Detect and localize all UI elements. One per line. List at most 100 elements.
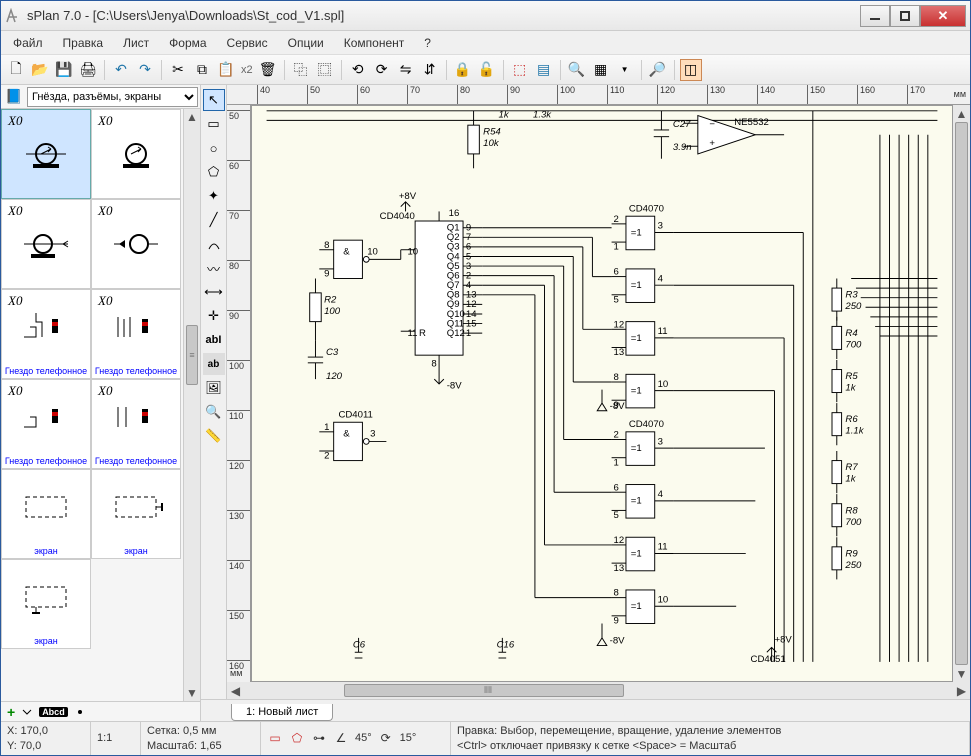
open-button[interactable]: 📂 (29, 59, 51, 81)
polygon-tool[interactable]: ⬠ (203, 161, 225, 183)
svg-text:4: 4 (658, 489, 664, 500)
print-button[interactable]: 🖨 (77, 59, 99, 81)
library-category-select[interactable]: Гнёзда, разъёмы, экраны (27, 87, 198, 107)
mirror-v-button[interactable]: ⇵ (419, 59, 441, 81)
library-scrollbar[interactable]: ▲ ≡ ▼ (183, 109, 200, 701)
svg-text:R5: R5 (845, 371, 858, 382)
canvas-vscroll[interactable]: ▲ ▼ (953, 105, 970, 682)
scroll-down-icon[interactable]: ▼ (184, 685, 200, 701)
svg-text:=1: =1 (631, 496, 642, 507)
mirror-h-button[interactable]: ⇋ (395, 59, 417, 81)
status-grid: Сетка: 0,5 мм (147, 724, 254, 738)
menu-options[interactable]: Опции (280, 33, 332, 53)
lib-item-2[interactable]: X0 (1, 199, 91, 289)
menu-edit[interactable]: Правка (55, 33, 112, 53)
image-tool[interactable]: 🖼 (203, 377, 225, 399)
canvas-hscroll[interactable]: ◀ ⦀⦀ ▶ (227, 682, 970, 699)
x2-label: x2 (239, 64, 255, 76)
close-button[interactable] (920, 5, 966, 27)
lib-item-5[interactable]: X0 Гнездо телефонное (91, 289, 181, 379)
schematic-canvas[interactable]: R54 10k 1k 1.3k C27 (251, 105, 953, 682)
circle-tool[interactable]: ○ (203, 137, 225, 159)
lib-item-9[interactable]: экран (91, 469, 181, 559)
magnifier-button[interactable]: 🔎 (647, 59, 669, 81)
copy-button[interactable]: ⧉ (191, 59, 213, 81)
text-tool[interactable]: abI (203, 329, 225, 351)
cut-button[interactable]: ✂ (167, 59, 189, 81)
freehand-tool[interactable]: 〰 (203, 257, 225, 279)
lib-item-0[interactable]: X0 (1, 109, 91, 199)
dropdown-arrow[interactable]: ▼ (614, 59, 636, 81)
view-mode-button[interactable]: ◫ (680, 59, 702, 81)
svg-text:R6: R6 (845, 414, 858, 425)
sheet-tab-1[interactable]: 1: Новый лист (231, 704, 333, 721)
scroll-up-icon[interactable]: ▲ (953, 105, 970, 122)
lib-item-1[interactable]: X0 (91, 109, 181, 199)
menu-service[interactable]: Сервис (219, 33, 276, 53)
menu-file[interactable]: Файл (5, 33, 51, 53)
lib-item-4[interactable]: X0 Гнездо телефонное (1, 289, 91, 379)
svg-text:CD4051: CD4051 (751, 654, 786, 665)
menubar: Файл Правка Лист Форма Сервис Опции Комп… (1, 31, 970, 55)
scroll-down-icon[interactable]: ▼ (953, 665, 970, 682)
svg-text:NE5532: NE5532 (734, 117, 769, 128)
redo-button[interactable]: ↷ (134, 59, 156, 81)
search-button[interactable]: 🔍 (566, 59, 588, 81)
status-rect-icon[interactable]: ▭ (267, 731, 283, 747)
svg-text:R3: R3 (845, 290, 858, 301)
rotate-left-button[interactable]: ⟲ (347, 59, 369, 81)
lib-item-10[interactable]: экран (1, 559, 91, 649)
new-button[interactable]: 🗋 (5, 59, 27, 81)
line-tool[interactable]: ╱ (203, 209, 225, 231)
maximize-button[interactable] (890, 5, 920, 27)
svg-text:6: 6 (614, 482, 619, 493)
rotate-right-button[interactable]: ⟳ (371, 59, 393, 81)
component-list-button[interactable]: ▦ (590, 59, 612, 81)
textframe-tool[interactable]: ab (203, 353, 225, 375)
svg-text:13: 13 (614, 347, 625, 358)
unlock-button[interactable]: 🔓 (476, 59, 498, 81)
status-rotate-icon[interactable]: ⟳ (378, 731, 394, 747)
dimension-tool[interactable]: ⟷ (203, 281, 225, 303)
paste-button[interactable]: 📋 (215, 59, 237, 81)
measure-tool[interactable]: 📏 (203, 425, 225, 447)
rect-tool[interactable]: ▭ (203, 113, 225, 135)
bezier-tool[interactable] (203, 233, 225, 255)
svg-text:−: − (709, 119, 715, 130)
zoom-tool[interactable]: 🔍 (203, 401, 225, 423)
status-con-icon[interactable]: ⊶ (311, 731, 327, 747)
status-angle-icon[interactable]: ∠ (333, 731, 349, 747)
svg-text:R8: R8 (845, 505, 858, 516)
svg-text:=1: =1 (631, 548, 642, 559)
library-panel: 📘 Гнёзда, разъёмы, экраны X0 X0 (1, 85, 201, 721)
status-poly-icon[interactable]: ⬠ (289, 731, 305, 747)
list-button[interactable]: ▤ (533, 59, 555, 81)
menu-sheet[interactable]: Лист (115, 33, 157, 53)
svg-text:+: + (709, 138, 715, 149)
svg-text:700: 700 (845, 340, 862, 351)
svg-text:3: 3 (370, 429, 375, 440)
duplicate-button[interactable]: ⿻ (290, 59, 312, 81)
menu-component[interactable]: Компонент (336, 33, 413, 53)
menu-help[interactable]: ? (416, 33, 439, 53)
pointer-tool[interactable]: ↖ (203, 89, 225, 111)
scroll-right-icon[interactable]: ▶ (953, 682, 970, 699)
undo-button[interactable]: ↶ (110, 59, 132, 81)
svg-text:+8V: +8V (775, 635, 793, 646)
lib-item-3[interactable]: X0 (91, 199, 181, 289)
delete-button[interactable]: 🗑 (257, 59, 279, 81)
minimize-button[interactable] (860, 5, 890, 27)
library-book-icon[interactable]: 📘 (3, 86, 25, 108)
menu-form[interactable]: Форма (161, 33, 214, 53)
node-tool[interactable]: ✛ (203, 305, 225, 327)
lib-item-6[interactable]: X0 Гнездо телефонное (1, 379, 91, 469)
lib-item-8[interactable]: экран (1, 469, 91, 559)
save-button[interactable]: 💾 (53, 59, 75, 81)
scroll-up-icon[interactable]: ▲ (184, 109, 200, 125)
lib-item-7[interactable]: X0 Гнездо телефонное (91, 379, 181, 469)
lock-button[interactable]: 🔒 (452, 59, 474, 81)
group-button[interactable]: ⿴ (314, 59, 336, 81)
scroll-left-icon[interactable]: ◀ (227, 682, 244, 699)
select-rect-button[interactable]: ⬚ (509, 59, 531, 81)
special-tool[interactable]: ✦ (203, 185, 225, 207)
